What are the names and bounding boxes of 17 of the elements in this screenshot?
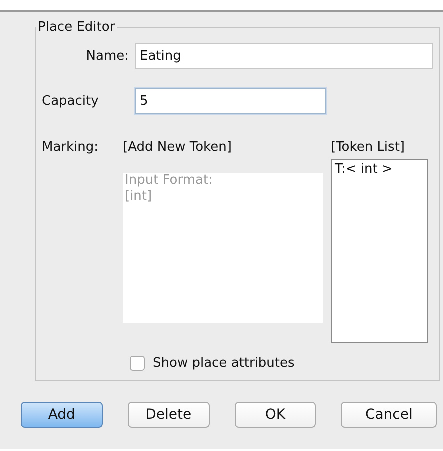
ok-button[interactable]: OK (234, 402, 316, 428)
add-button[interactable]: Add (21, 402, 103, 428)
token-input-area[interactable]: Input Format: [int] (123, 173, 323, 323)
marking-label: Marking: (42, 140, 100, 155)
name-label: Name: (85, 48, 130, 64)
capacity-label: Capacity (42, 94, 100, 108)
panel-title: Place Editor (37, 20, 116, 35)
token-list[interactable]: T:< int > (331, 159, 428, 343)
name-field[interactable]: Eating (135, 43, 433, 69)
token-list-item[interactable]: T:< int > (335, 162, 424, 177)
show-attributes-label: Show place attributes (153, 356, 295, 371)
show-attributes-checkbox[interactable] (130, 356, 145, 371)
token-list-label: [Token List] (331, 140, 406, 155)
delete-button[interactable]: Delete (128, 402, 210, 428)
cancel-button[interactable]: Cancel (341, 402, 438, 428)
capacity-field[interactable]: 5 (135, 88, 326, 114)
add-token-label: [Add New Token] (123, 140, 232, 155)
